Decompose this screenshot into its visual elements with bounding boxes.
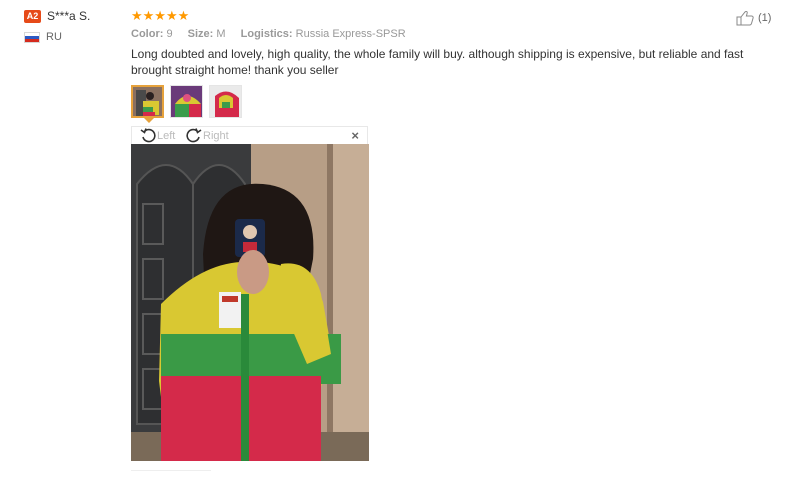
rotate-right-icon xyxy=(186,127,202,146)
rotate-left-label: Left xyxy=(157,130,176,142)
size-label: Size: xyxy=(187,28,214,40)
reviewer-country: RU xyxy=(46,31,62,43)
color-label: Color: xyxy=(131,28,164,40)
thumbs-up-icon[interactable] xyxy=(736,10,756,26)
review-photo-thumbnail-3[interactable] xyxy=(209,85,242,118)
selected-thumbnail-pointer xyxy=(144,118,154,123)
size-value: M xyxy=(216,28,226,40)
logistics-label: Logistics: xyxy=(240,28,293,40)
photo-viewer-toolbar: Left Right × xyxy=(131,126,368,144)
rotate-right-button[interactable]: Right xyxy=(186,127,229,145)
divider xyxy=(131,470,211,471)
rotate-left-icon xyxy=(140,127,156,146)
rotate-left-button[interactable]: Left xyxy=(140,127,175,145)
russia-flag-icon xyxy=(24,32,40,43)
reviewer-name: S***a S. xyxy=(47,9,91,23)
star-rating: ★★★★★ xyxy=(131,8,190,23)
color-value: 9 xyxy=(166,28,173,40)
close-icon[interactable]: × xyxy=(351,128,359,143)
review-photo-large xyxy=(131,144,369,461)
member-level-badge: A2 xyxy=(24,10,41,23)
review-photo-thumbnail-2[interactable] xyxy=(170,85,203,118)
order-info: Color: 9 Size: M Logistics: Russia Expre… xyxy=(131,28,418,40)
rotate-right-label: Right xyxy=(203,130,229,142)
logistics-value: Russia Express-SPSR xyxy=(295,28,406,40)
review-text: Long doubted and lovely, high quality, t… xyxy=(131,47,744,77)
review-photo-thumbnail-1[interactable] xyxy=(131,85,164,118)
helpful-count: (1) xyxy=(758,12,772,24)
